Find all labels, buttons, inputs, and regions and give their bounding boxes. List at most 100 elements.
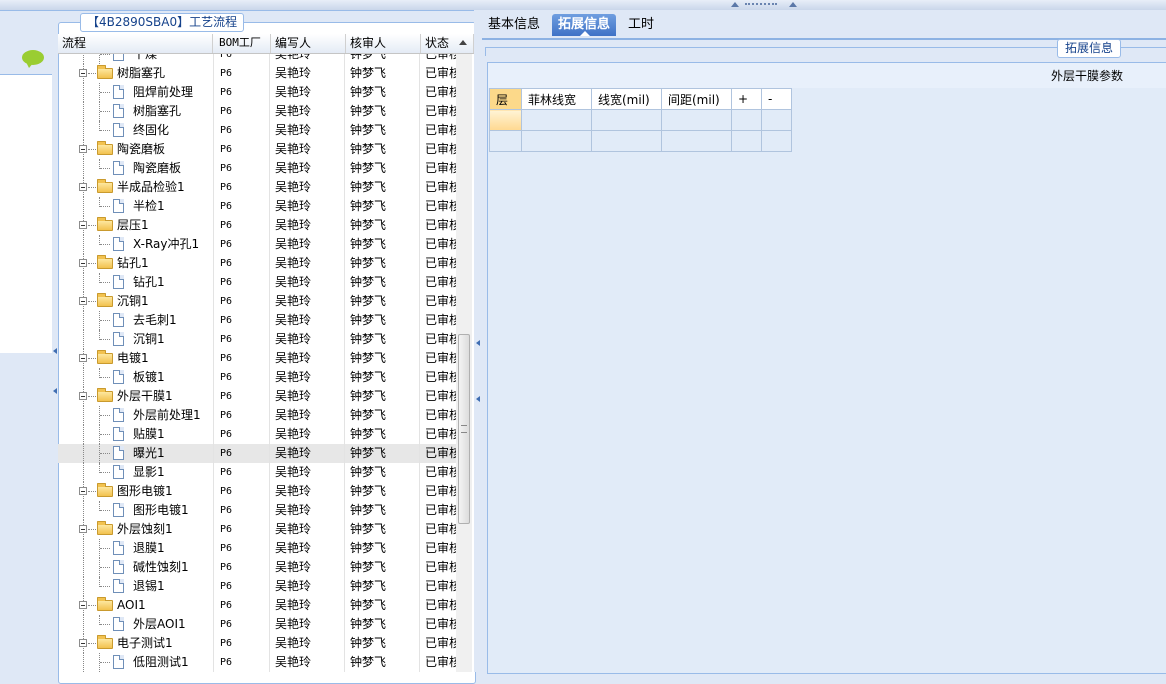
table-cell[interactable]	[731, 130, 762, 152]
reviewer-cell: 钟梦飞	[350, 85, 387, 99]
collapse-up-icon[interactable]	[789, 2, 797, 7]
sort-ascending-icon[interactable]	[459, 40, 467, 45]
add-row-button[interactable]: +	[731, 88, 762, 110]
collapse-toggle-icon[interactable]	[79, 601, 87, 609]
tree-group-row[interactable]: AOI1 P6 吴艳玲 钟梦飞 已审核	[58, 596, 456, 615]
tab-basic-info[interactable]: 基本信息	[482, 14, 546, 36]
tree-step-row[interactable]: 沉铜1 P6 吴艳玲 钟梦飞 已审核	[58, 330, 456, 349]
bom-cell: P6	[220, 201, 233, 212]
tree-group-row[interactable]: 图形电镀1 P6 吴艳玲 钟梦飞 已审核	[58, 482, 456, 501]
tree-step-row[interactable]: 曝光1 P6 吴艳玲 钟梦飞 已审核	[58, 444, 456, 463]
collapse-up-icon[interactable]	[731, 2, 739, 7]
tree-step-row[interactable]: 外层前处理1 P6 吴艳玲 钟梦飞 已审核	[58, 406, 456, 425]
tree-step-row[interactable]: 图形电镀1 P6 吴艳玲 钟梦飞 已审核	[58, 501, 456, 520]
reviewer-cell: 钟梦飞	[350, 351, 387, 365]
reviewer-cell: 钟梦飞	[350, 370, 387, 384]
collapse-toggle-icon[interactable]	[79, 221, 87, 229]
table-cell[interactable]	[489, 109, 522, 131]
tab-work-hours[interactable]: 工时	[622, 14, 660, 36]
table-cell[interactable]	[761, 109, 792, 131]
bom-cell: P6	[220, 524, 233, 535]
tree-step-row[interactable]: 去毛刺1 P6 吴艳玲 钟梦飞 已审核	[58, 311, 456, 330]
tree-step-row[interactable]: 板镀1 P6 吴艳玲 钟梦飞 已审核	[58, 368, 456, 387]
collapse-left-icon[interactable]	[53, 348, 57, 354]
tree-step-row[interactable]: 碱性蚀刻1 P6 吴艳玲 钟梦飞 已审核	[58, 558, 456, 577]
table-cell[interactable]	[661, 109, 732, 131]
tree-group-row[interactable]: 外层蚀刻1 P6 吴艳玲 钟梦飞 已审核	[58, 520, 456, 539]
table-cell[interactable]	[591, 109, 662, 131]
collapse-toggle-icon[interactable]	[79, 183, 87, 191]
tree-node-label: 半成品检验1	[117, 180, 185, 194]
table-cell[interactable]	[489, 130, 522, 152]
writer-cell: 吴艳玲	[275, 541, 312, 555]
status-cell: 已审核	[425, 522, 456, 536]
tree-step-row[interactable]: 贴膜1 P6 吴艳玲 钟梦飞 已审核	[58, 425, 456, 444]
tree-step-row[interactable]: 干燥 P6 吴艳玲 钟梦飞 已审核	[58, 53, 456, 64]
tree-step-row[interactable]: 陶瓷磨板 P6 吴艳玲 钟梦飞 已审核	[58, 159, 456, 178]
tree-group-row[interactable]: 外层干膜1 P6 吴艳玲 钟梦飞 已审核	[58, 387, 456, 406]
tree-step-row[interactable]: 显影1 P6 吴艳玲 钟梦飞 已审核	[58, 463, 456, 482]
reviewer-cell: 钟梦飞	[350, 53, 387, 61]
table-cell[interactable]	[761, 130, 792, 152]
collapse-toggle-icon[interactable]	[79, 354, 87, 362]
collapse-toggle-icon[interactable]	[79, 525, 87, 533]
tree-group-row[interactable]: 半成品检验1 P6 吴艳玲 钟梦飞 已审核	[58, 178, 456, 197]
column-header-writer[interactable]: 编写人	[271, 34, 346, 53]
collapse-toggle-icon[interactable]	[79, 639, 87, 647]
collapse-left-icon[interactable]	[53, 388, 57, 394]
status-cell: 已审核	[425, 389, 456, 403]
tree-step-row[interactable]: 终固化 P6 吴艳玲 钟梦飞 已审核	[58, 121, 456, 140]
writer-cell: 吴艳玲	[275, 522, 312, 536]
bom-cell: P6	[220, 163, 233, 174]
tree-group-row[interactable]: 电子测试1 P6 吴艳玲 钟梦飞 已审核	[58, 634, 456, 653]
reviewer-cell: 钟梦飞	[350, 617, 387, 631]
writer-cell: 吴艳玲	[275, 275, 312, 289]
collapse-left-icon[interactable]	[476, 340, 480, 346]
bom-cell: P6	[220, 410, 233, 421]
tree-step-row[interactable]: 钻孔1 P6 吴艳玲 钟梦飞 已审核	[58, 273, 456, 292]
collapse-toggle-icon[interactable]	[79, 145, 87, 153]
table-cell[interactable]	[521, 109, 592, 131]
collapse-toggle-icon[interactable]	[79, 487, 87, 495]
table-header-line-width: 线宽(mil)	[591, 88, 662, 110]
folder-icon	[97, 179, 113, 193]
table-cell[interactable]	[521, 130, 592, 152]
tree-step-row[interactable]: 低阻测试1 P6 吴艳玲 钟梦飞 已审核	[58, 653, 456, 672]
reviewer-cell: 钟梦飞	[350, 484, 387, 498]
writer-cell: 吴艳玲	[275, 180, 312, 194]
tree-step-row[interactable]: X-Ray冲孔1 P6 吴艳玲 钟梦飞 已审核	[58, 235, 456, 254]
tree-step-row[interactable]: 树脂塞孔 P6 吴艳玲 钟梦飞 已审核	[58, 102, 456, 121]
collapse-left-icon[interactable]	[476, 396, 480, 402]
status-cell: 已审核	[425, 427, 456, 441]
tree-node-label: 外层干膜1	[117, 389, 173, 403]
tree-group-row[interactable]: 电镀1 P6 吴艳玲 钟梦飞 已审核	[58, 349, 456, 368]
tree-step-row[interactable]: 外层AOI1 P6 吴艳玲 钟梦飞 已审核	[58, 615, 456, 634]
table-cell[interactable]	[661, 130, 732, 152]
column-header-process[interactable]: 流程	[58, 34, 213, 53]
tree-step-row[interactable]: 退膜1 P6 吴艳玲 钟梦飞 已审核	[58, 539, 456, 558]
remove-row-button[interactable]: -	[761, 88, 792, 110]
tree-group-row[interactable]: 树脂塞孔 P6 吴艳玲 钟梦飞 已审核	[58, 64, 456, 83]
scrollbar-thumb[interactable]	[458, 334, 470, 524]
bom-cell: P6	[220, 277, 233, 288]
column-header-bom[interactable]: BOM工厂	[215, 34, 271, 53]
tree-step-row[interactable]: 退锡1 P6 吴艳玲 钟梦飞 已审核	[58, 577, 456, 596]
collapse-toggle-icon[interactable]	[79, 297, 87, 305]
tree-group-row[interactable]: 沉铜1 P6 吴艳玲 钟梦飞 已审核	[58, 292, 456, 311]
tree-step-row[interactable]: 半检1 P6 吴艳玲 钟梦飞 已审核	[58, 197, 456, 216]
collapse-toggle-icon[interactable]	[79, 392, 87, 400]
tree-group-row[interactable]: 钻孔1 P6 吴艳玲 钟梦飞 已审核	[58, 254, 456, 273]
tree-group-row[interactable]: 层压1 P6 吴艳玲 钟梦飞 已审核	[58, 216, 456, 235]
column-header-reviewer[interactable]: 核审人	[346, 34, 421, 53]
reviewer-cell: 钟梦飞	[350, 389, 387, 403]
tree-step-row[interactable]: 阻焊前处理 P6 吴艳玲 钟梦飞 已审核	[58, 83, 456, 102]
splitter-grip-icon[interactable]	[745, 3, 777, 7]
collapse-toggle-icon[interactable]	[79, 259, 87, 267]
table-cell[interactable]	[591, 130, 662, 152]
collapse-toggle-icon[interactable]	[79, 69, 87, 77]
reviewer-cell: 钟梦飞	[350, 541, 387, 555]
table-cell[interactable]	[731, 109, 762, 131]
tree-group-row[interactable]: 陶瓷磨板 P6 吴艳玲 钟梦飞 已审核	[58, 140, 456, 159]
speech-bubble-icon[interactable]	[22, 50, 44, 68]
status-cell: 已审核	[425, 161, 456, 175]
